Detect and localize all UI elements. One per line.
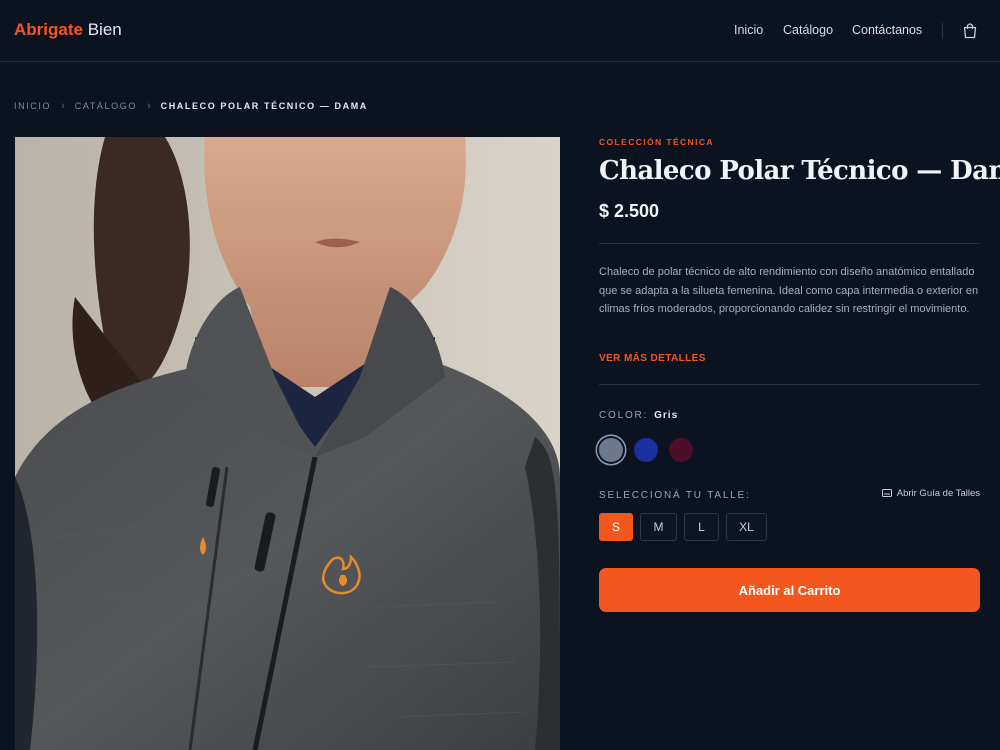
size-guide-label: Abrir Guía de Talles	[896, 488, 980, 499]
size-option-s[interactable]: S	[599, 513, 633, 541]
product-image	[15, 137, 560, 750]
product-description: Chaleco de polar técnico de alto rendimi…	[599, 266, 979, 315]
nav-link-contactanos[interactable]: Contáctanos	[852, 23, 922, 37]
color-label: Color: Gris	[599, 410, 678, 421]
brand-accent: Abrigate	[14, 20, 83, 39]
chevron-right-icon: ›	[146, 100, 151, 112]
divider	[599, 243, 980, 244]
top-navbar: Abrigate Bien Inicio Catálogo Contáctano…	[0, 0, 1000, 62]
color-swatch-burgundy[interactable]	[669, 438, 693, 462]
product-title: Chaleco Polar Técnico — Dama	[599, 156, 1000, 186]
size-guide-link[interactable]: Abrir Guía de Talles	[881, 488, 980, 499]
color-label-text: Color:	[599, 410, 649, 421]
breadcrumb-current: Chaleco Polar Técnico — Dama	[160, 101, 368, 111]
more-details-link[interactable]: VER MÁS DETALLES	[599, 353, 706, 364]
nav-divider	[942, 23, 943, 39]
brand-rest: Bien	[87, 20, 122, 39]
breadcrumb: Inicio › Catálogo › Chaleco Polar Técnic…	[14, 100, 368, 112]
breadcrumb-inicio[interactable]: Inicio	[14, 101, 51, 111]
size-option-l[interactable]: L	[684, 513, 719, 541]
color-swatch-blue[interactable]	[634, 438, 658, 462]
shopping-bag-icon[interactable]	[962, 22, 978, 39]
color-swatch-gris[interactable]	[599, 438, 623, 462]
brand-logo[interactable]: Abrigate Bien	[14, 20, 122, 40]
nav-link-catalogo[interactable]: Catálogo	[783, 23, 833, 37]
product-photo-vest	[15, 137, 560, 750]
chevron-right-icon: ›	[61, 100, 65, 112]
nav-link-inicio[interactable]: Inicio	[734, 23, 763, 37]
divider	[599, 384, 980, 385]
selected-color-name: Gris	[654, 410, 679, 421]
size-option-xl[interactable]: XL	[726, 513, 767, 541]
size-label: Seleccioná tu talle:	[599, 490, 751, 501]
collection-label: Colección Técnica	[599, 137, 714, 147]
product-price: $ 2.500	[599, 201, 660, 221]
size-option-m[interactable]: M	[640, 513, 677, 541]
add-to-cart-button[interactable]: Añadir al Carrito	[599, 568, 980, 612]
breadcrumb-catalogo[interactable]: Catálogo	[75, 101, 137, 111]
ruler-icon	[881, 489, 892, 497]
